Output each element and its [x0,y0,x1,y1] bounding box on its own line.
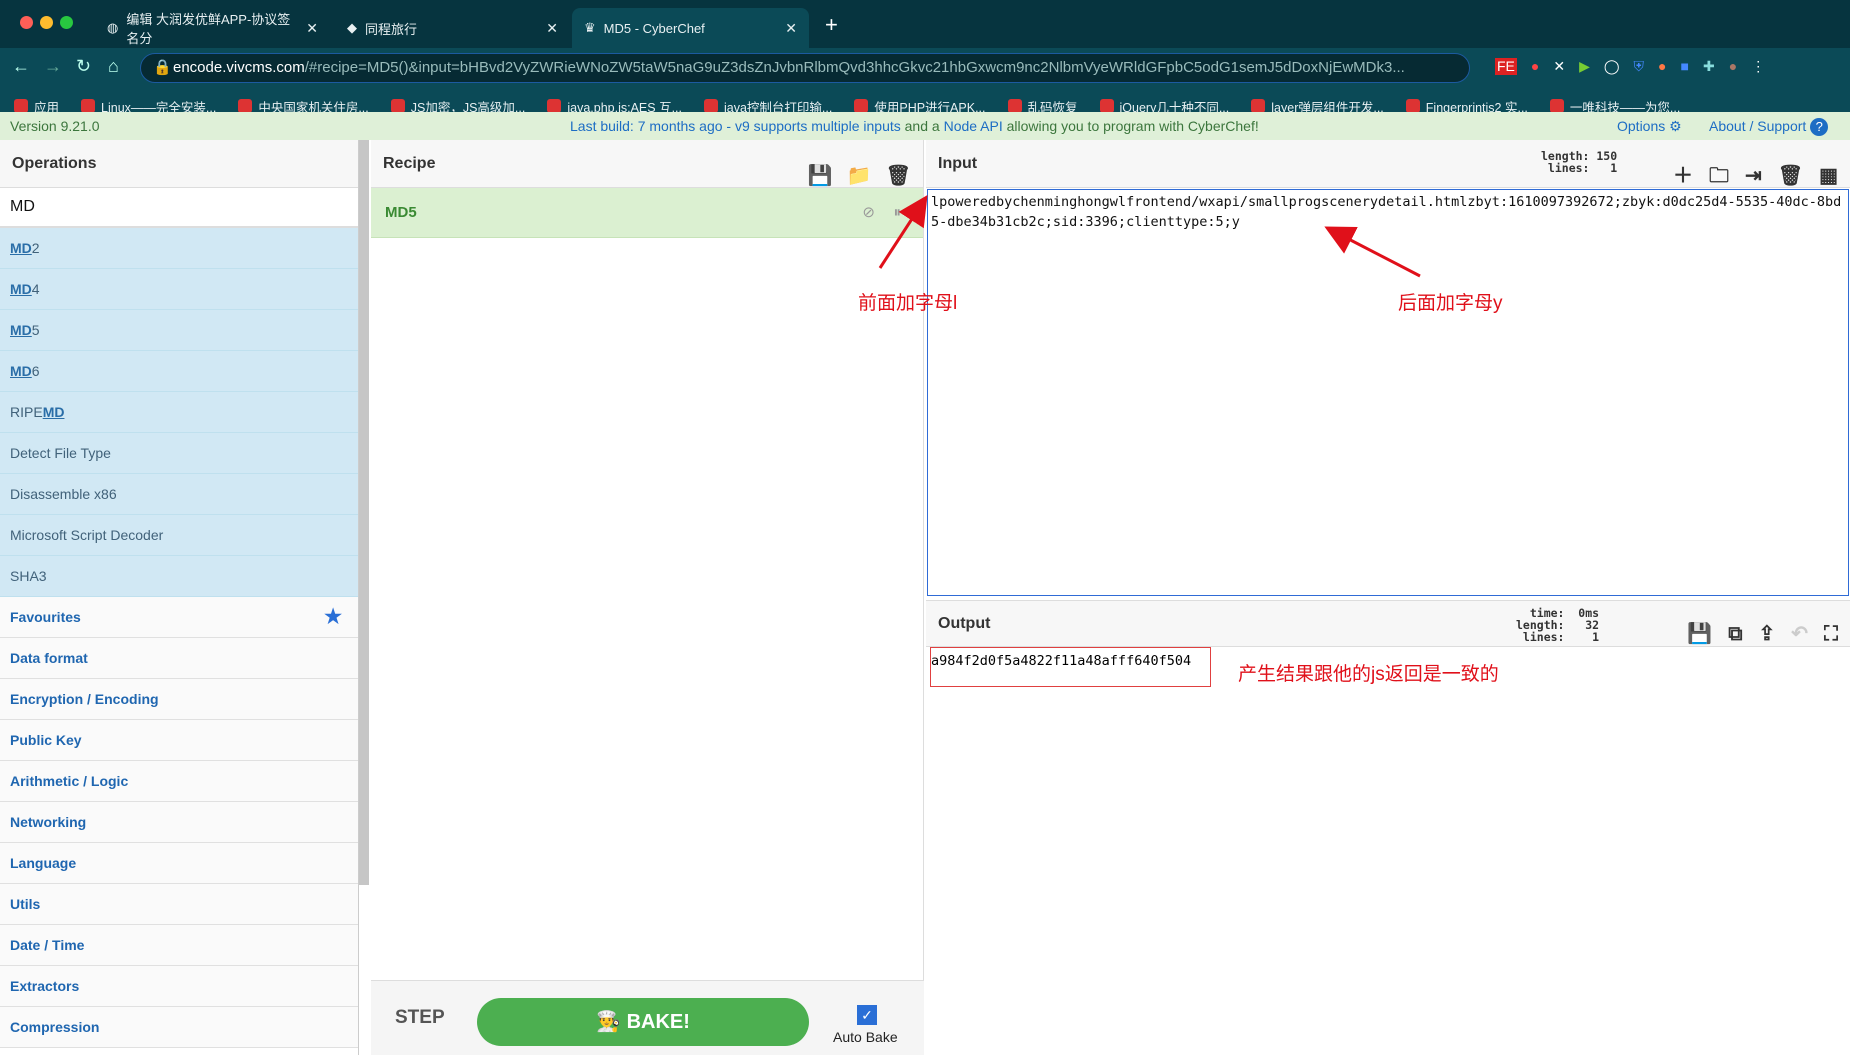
annotation-result: 产生结果跟他的js返回是一致的 [1238,664,1499,685]
arrow-back [1324,226,1421,278]
annotation-front: 前面加字母l [858,293,958,314]
annotation-arrows [878,194,1421,278]
arrow-front [878,194,928,269]
annotation-back: 后面加字母y [1398,293,1503,314]
